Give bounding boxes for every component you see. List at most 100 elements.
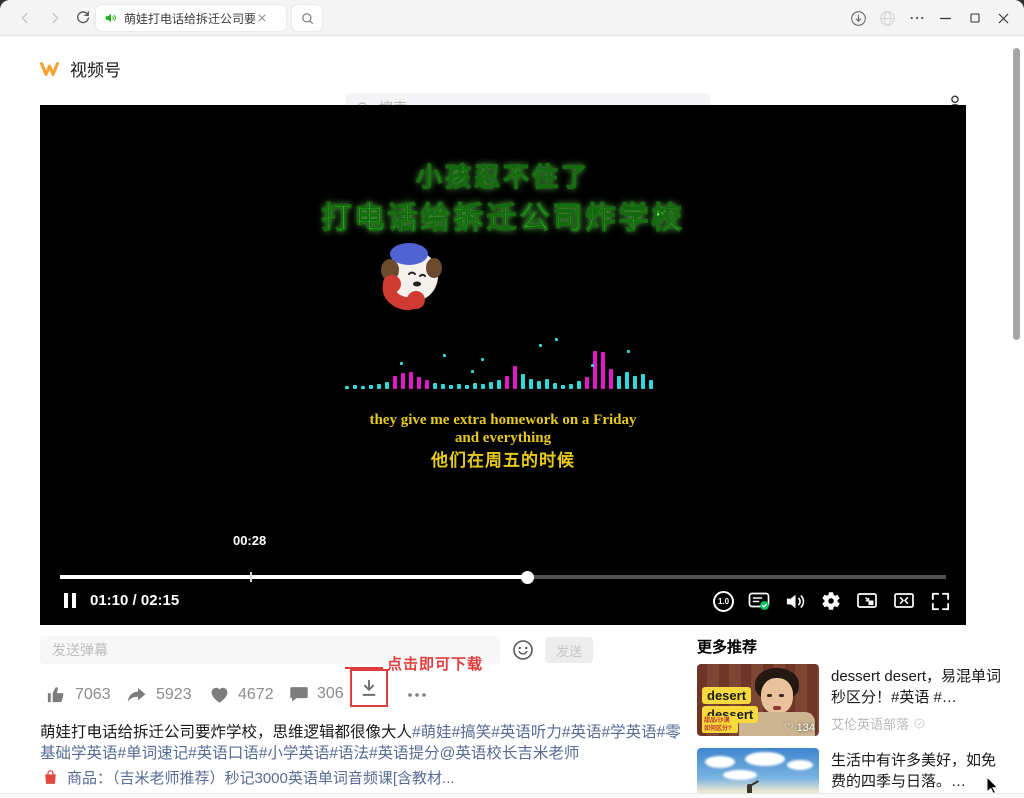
like-button[interactable]: 7063	[45, 683, 111, 706]
visualizer-bar	[585, 377, 589, 389]
visualizer-bar	[345, 386, 349, 389]
close-icon	[995, 10, 1012, 27]
back-button[interactable]	[14, 7, 36, 29]
downloads-button[interactable]	[844, 0, 873, 36]
refresh-icon	[74, 9, 92, 27]
download-video-icon[interactable]	[358, 677, 380, 699]
visualizer-bar	[513, 366, 517, 389]
visualizer-dot	[539, 344, 542, 347]
browser-toolbar: 萌娃打电话给拆迁公司要炸学校	[0, 0, 1024, 36]
settings-button[interactable]	[820, 590, 842, 612]
browser-menu-button[interactable]	[902, 0, 931, 36]
danmaku-icon	[747, 589, 771, 613]
forward-icon	[46, 9, 64, 27]
horizontal-scrollbar[interactable]	[0, 793, 1024, 798]
gear-icon	[820, 590, 842, 612]
card-title[interactable]: dessert desert，易混单词秒区分！#英语 #…	[831, 666, 1007, 708]
mini-player-button[interactable]	[855, 589, 879, 613]
comment-button[interactable]: 306	[288, 683, 344, 705]
thumbnail-label: desert	[702, 687, 751, 704]
browser-tab[interactable]: 萌娃打电话给拆迁公司要炸学校	[96, 5, 286, 31]
sidebar-title: 更多推荐	[697, 636, 1007, 657]
card-title[interactable]: 生活中有许多美好，如免费的四季与日落。…	[831, 750, 1007, 792]
product-label: 商品：（吉米老师推荐）秒记3000英语单词音频课[含教材...	[67, 767, 455, 788]
audio-visualizer	[345, 327, 667, 389]
back-icon	[16, 9, 34, 27]
send-danmaku-button[interactable]: 发送	[545, 637, 593, 663]
maximize-button[interactable]	[960, 0, 989, 36]
visualizer-dot	[627, 350, 630, 353]
description-text: 萌娃打电话给拆迁公司要炸学校，思维逻辑都很像大人	[40, 724, 412, 741]
minimize-icon	[937, 10, 954, 27]
visualizer-bar	[617, 376, 621, 389]
visualizer-bar	[473, 383, 477, 389]
visualizer-bar	[377, 384, 381, 389]
share-count: 5923	[156, 686, 192, 704]
emoji-button[interactable]	[511, 638, 535, 662]
annotation-text: 点击即可下载	[387, 653, 483, 674]
pause-button[interactable]	[64, 593, 76, 608]
visualizer-bar	[465, 385, 469, 389]
refresh-button[interactable]	[72, 7, 94, 29]
download-highlight-box	[350, 669, 388, 707]
card-author[interactable]: 艾伦英语部落	[831, 714, 926, 733]
mouse-cursor	[986, 776, 1002, 794]
minimize-button[interactable]	[931, 0, 960, 36]
action-bar: 7063 5923 4672 306	[40, 675, 690, 715]
close-window-button[interactable]	[989, 0, 1018, 36]
visualizer-bar	[489, 382, 493, 389]
playback-speed-button[interactable]: 1.0	[713, 591, 734, 612]
more-icon	[908, 9, 926, 27]
visualizer-bar	[593, 351, 597, 389]
browser-window: 萌娃打电话给拆迁公司要炸学校	[0, 0, 1024, 798]
more-icon	[405, 683, 429, 707]
recommendations-sidebar: 更多推荐 desert dessert 甜品/沙漠 如何区分? ♡ 134 de…	[697, 636, 1007, 657]
channels-brand[interactable]: 视频号	[38, 56, 121, 81]
channels-logo-icon	[38, 57, 62, 81]
video-thumbnail[interactable]: desert dessert 甜品/沙漠 如何区分? ♡ 134	[697, 664, 819, 736]
caption-mode-button[interactable]	[892, 589, 916, 613]
product-link[interactable]: 商品：（吉米老师推荐）秒记3000英语单词音频课[含教材...	[42, 767, 455, 788]
visualizer-bar	[521, 374, 525, 389]
progress-played	[60, 575, 527, 579]
visualizer-bar	[449, 385, 453, 389]
share-button[interactable]: 5923	[125, 683, 192, 707]
tab-title: 萌娃打电话给拆迁公司要炸学校	[124, 10, 256, 27]
browser-globe-button[interactable]	[873, 0, 902, 36]
volume-button[interactable]	[784, 590, 807, 613]
heart-icon	[208, 683, 231, 706]
tab-close-icon[interactable]	[256, 12, 268, 24]
visualizer-bar	[353, 385, 357, 389]
forward-button[interactable]	[44, 7, 66, 29]
caption-icon	[892, 589, 916, 613]
tab-search-button[interactable]	[292, 5, 322, 31]
visualizer-bar	[385, 382, 389, 389]
progress-bar[interactable]	[60, 575, 946, 579]
favorite-button[interactable]: 4672	[208, 683, 274, 706]
more-actions-button[interactable]	[405, 683, 429, 707]
visualizer-bar	[529, 379, 533, 389]
visualizer-bar	[609, 369, 613, 389]
subtitle-en-line1: they give me extra homework on a Friday	[40, 412, 966, 429]
video-thumbnail[interactable]	[697, 748, 819, 798]
thumbnail-mini-badge: 甜品/沙漠 如何区分?	[702, 716, 738, 733]
video-player[interactable]: 小孩忍不住了 打电话给拆迁公司炸学校 they give me extra ho…	[40, 105, 966, 625]
vertical-scrollbar[interactable]	[1013, 48, 1020, 340]
thumbs-up-icon	[45, 683, 68, 706]
progress-hover-tick	[250, 572, 252, 582]
audio-playing-icon	[104, 11, 118, 25]
visualizer-dot	[443, 354, 446, 357]
maximize-icon	[967, 10, 983, 26]
progress-handle[interactable]	[521, 571, 534, 584]
video-overlay-title-line2: 打电话给拆迁公司炸学校	[40, 193, 966, 237]
fullscreen-button[interactable]	[929, 590, 952, 613]
visualizer-bar	[577, 381, 581, 389]
visualizer-bar	[481, 384, 485, 389]
visualizer-bar	[497, 380, 501, 389]
visualizer-dot	[471, 370, 474, 373]
visualizer-bar	[393, 376, 397, 389]
visualizer-bar	[417, 377, 421, 389]
visualizer-bar	[569, 384, 573, 389]
danmaku-toggle-button[interactable]	[747, 589, 771, 613]
author-badge-icon	[913, 717, 926, 730]
